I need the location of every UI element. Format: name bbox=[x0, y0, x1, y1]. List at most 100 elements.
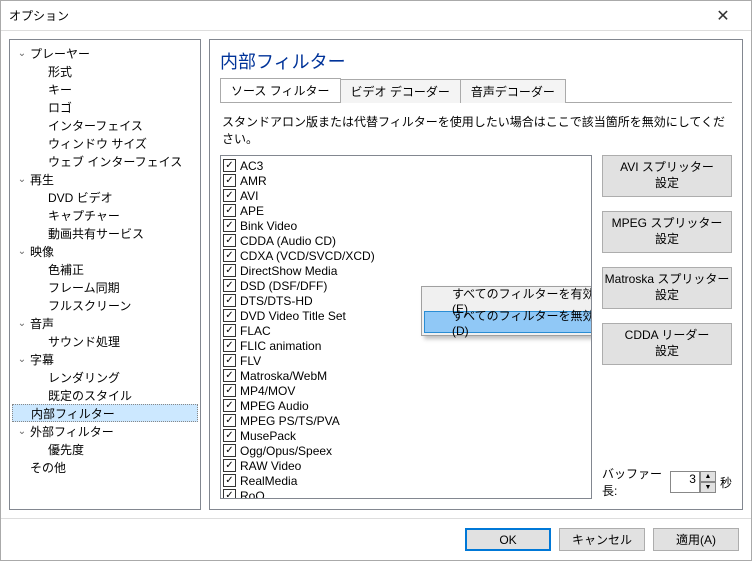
tree-item[interactable]: ⌄再生 bbox=[12, 170, 198, 188]
tab[interactable]: 音声デコーダー bbox=[460, 79, 566, 103]
buffer-row: バッファー長: 3 ▲ ▼ 秒 bbox=[602, 465, 732, 499]
collapse-icon[interactable]: ⌄ bbox=[16, 426, 28, 437]
tree-item[interactable]: 動画共有サービス bbox=[12, 224, 198, 242]
tree-item[interactable]: ウィンドウ サイズ bbox=[12, 134, 198, 152]
filter-item[interactable]: ✓ AMR bbox=[223, 173, 589, 188]
checkbox-icon[interactable]: ✓ bbox=[223, 369, 236, 382]
checkbox-icon[interactable]: ✓ bbox=[223, 174, 236, 187]
splitter-settings-button[interactable]: CDDA リーダー設定 bbox=[602, 323, 732, 365]
filter-item[interactable]: ✓CDDA (Audio CD) bbox=[223, 233, 589, 248]
collapse-icon[interactable]: ⌄ bbox=[16, 354, 28, 365]
filter-item[interactable]: ✓RoQ bbox=[223, 488, 589, 498]
close-button[interactable]: ✕ bbox=[703, 2, 743, 30]
tree-item[interactable]: ⌄外部フィルター bbox=[12, 422, 198, 440]
checkbox-icon[interactable]: ✓ bbox=[223, 279, 236, 292]
tree-item[interactable]: ロゴ bbox=[12, 98, 198, 116]
ctx-disable-all[interactable]: すべてのフィルターを無効にする(D) bbox=[424, 311, 592, 333]
collapse-icon[interactable]: ⌄ bbox=[16, 48, 28, 59]
collapse-icon[interactable]: ⌄ bbox=[16, 318, 28, 329]
checkbox-icon[interactable]: ✓ bbox=[223, 204, 236, 217]
splitter-settings-button[interactable]: Matroska スプリッター設定 bbox=[602, 267, 732, 309]
filter-label: APE bbox=[240, 204, 264, 218]
filter-label: MP4/MOV bbox=[240, 384, 295, 398]
tree-item[interactable]: レンダリング bbox=[12, 368, 198, 386]
filter-item[interactable]: ✓FLIC animation bbox=[223, 338, 589, 353]
tab[interactable]: ソース フィルター bbox=[220, 78, 341, 102]
collapse-icon[interactable]: ⌄ bbox=[16, 246, 28, 257]
checkbox-icon[interactable]: ✓ bbox=[223, 309, 236, 322]
filter-list-box: ✓AC3✓AMR✓AVI✓APE✓Bink Video✓CDDA (Audio … bbox=[220, 155, 592, 499]
tree-item[interactable]: 形式 bbox=[12, 62, 198, 80]
filter-item[interactable]: ✓ FLV bbox=[223, 353, 589, 368]
filter-item[interactable]: ✓ APE bbox=[223, 203, 589, 218]
apply-button[interactable]: 適用(A) bbox=[653, 528, 739, 551]
checkbox-icon[interactable]: ✓ bbox=[223, 159, 236, 172]
splitter-settings-button[interactable]: MPEG スプリッター設定 bbox=[602, 211, 732, 253]
context-menu: すべてのフィルターを有効にする(E) すべてのフィルターを無効にする(D) bbox=[421, 286, 592, 336]
filter-item[interactable]: ✓RAW Video bbox=[223, 458, 589, 473]
tree-item[interactable]: インターフェイス bbox=[12, 116, 198, 134]
filter-item[interactable]: ✓Matroska/WebM bbox=[223, 368, 589, 383]
checkbox-icon[interactable]: ✓ bbox=[223, 294, 236, 307]
tree-item[interactable]: 優先度 bbox=[12, 440, 198, 458]
filter-item[interactable]: ✓DirectShow Media bbox=[223, 263, 589, 278]
filter-item[interactable]: ✓ MP4/MOV bbox=[223, 383, 589, 398]
tree-label: 音声 bbox=[28, 315, 54, 332]
dialog-footer: OK キャンセル 適用(A) bbox=[1, 518, 751, 560]
tree-item[interactable]: 色補正 bbox=[12, 260, 198, 278]
tree-item[interactable]: フルスクリーン bbox=[12, 296, 198, 314]
buffer-label: バッファー長: bbox=[602, 465, 666, 499]
checkbox-icon[interactable]: ✓ bbox=[223, 339, 236, 352]
spin-down[interactable]: ▼ bbox=[700, 482, 716, 493]
checkbox-icon[interactable]: ✓ bbox=[223, 459, 236, 472]
tree-item[interactable]: サウンド処理 bbox=[12, 332, 198, 350]
checkbox-icon[interactable]: ✓ bbox=[223, 234, 236, 247]
tree-item[interactable]: ⌄映像 bbox=[12, 242, 198, 260]
tree-item[interactable]: 既定のスタイル bbox=[12, 386, 198, 404]
splitter-settings-button[interactable]: AVI スプリッター設定 bbox=[602, 155, 732, 197]
checkbox-icon[interactable]: ✓ bbox=[223, 399, 236, 412]
filter-item[interactable]: ✓RealMedia bbox=[223, 473, 589, 488]
tree-item[interactable]: ウェブ インターフェイス bbox=[12, 152, 198, 170]
filter-label: AMR bbox=[240, 174, 267, 188]
tree-item[interactable]: キー bbox=[12, 80, 198, 98]
tree-label: 外部フィルター bbox=[28, 423, 114, 440]
ok-button[interactable]: OK bbox=[465, 528, 551, 551]
tree-item[interactable]: その他 bbox=[12, 458, 198, 476]
checkbox-icon[interactable]: ✓ bbox=[223, 219, 236, 232]
tree-item[interactable]: ⌄音声 bbox=[12, 314, 198, 332]
checkbox-icon[interactable]: ✓ bbox=[223, 264, 236, 277]
filter-item[interactable]: ✓MPEG PS/TS/PVA bbox=[223, 413, 589, 428]
filter-item[interactable]: ✓Ogg/Opus/Speex bbox=[223, 443, 589, 458]
checkbox-icon[interactable]: ✓ bbox=[223, 384, 236, 397]
checkbox-icon[interactable]: ✓ bbox=[223, 249, 236, 262]
filter-item[interactable]: ✓Bink Video bbox=[223, 218, 589, 233]
tree-item[interactable]: DVD ビデオ bbox=[12, 188, 198, 206]
checkbox-icon[interactable]: ✓ bbox=[223, 474, 236, 487]
checkbox-icon[interactable]: ✓ bbox=[223, 444, 236, 457]
cancel-button[interactable]: キャンセル bbox=[559, 528, 645, 551]
tree-item[interactable]: フレーム同期 bbox=[12, 278, 198, 296]
filter-item[interactable]: ✓AC3 bbox=[223, 158, 589, 173]
filter-label: FLV bbox=[240, 354, 261, 368]
tab[interactable]: ビデオ デコーダー bbox=[340, 79, 461, 103]
spin-up[interactable]: ▲ bbox=[700, 471, 716, 482]
tree-item[interactable]: キャプチャー bbox=[12, 206, 198, 224]
checkbox-icon[interactable]: ✓ bbox=[223, 489, 236, 498]
checkbox-icon[interactable]: ✓ bbox=[223, 354, 236, 367]
options-tree[interactable]: ⌄プレーヤー形式キーロゴインターフェイスウィンドウ サイズウェブ インターフェイ… bbox=[9, 39, 201, 510]
tree-item[interactable]: ⌄プレーヤー bbox=[12, 44, 198, 62]
filter-item[interactable]: ✓AVI bbox=[223, 188, 589, 203]
tree-item[interactable]: 内部フィルター bbox=[12, 404, 198, 422]
checkbox-icon[interactable]: ✓ bbox=[223, 429, 236, 442]
collapse-icon[interactable]: ⌄ bbox=[16, 174, 28, 185]
filter-item[interactable]: ✓CDXA (VCD/SVCD/XCD) bbox=[223, 248, 589, 263]
checkbox-icon[interactable]: ✓ bbox=[223, 189, 236, 202]
filter-item[interactable]: ✓MPEG Audio bbox=[223, 398, 589, 413]
buffer-input[interactable]: 3 bbox=[670, 471, 700, 493]
checkbox-icon[interactable]: ✓ bbox=[223, 324, 236, 337]
tree-label: プレーヤー bbox=[28, 45, 90, 62]
filter-item[interactable]: ✓MusePack bbox=[223, 428, 589, 443]
tree-item[interactable]: ⌄字幕 bbox=[12, 350, 198, 368]
checkbox-icon[interactable]: ✓ bbox=[223, 414, 236, 427]
